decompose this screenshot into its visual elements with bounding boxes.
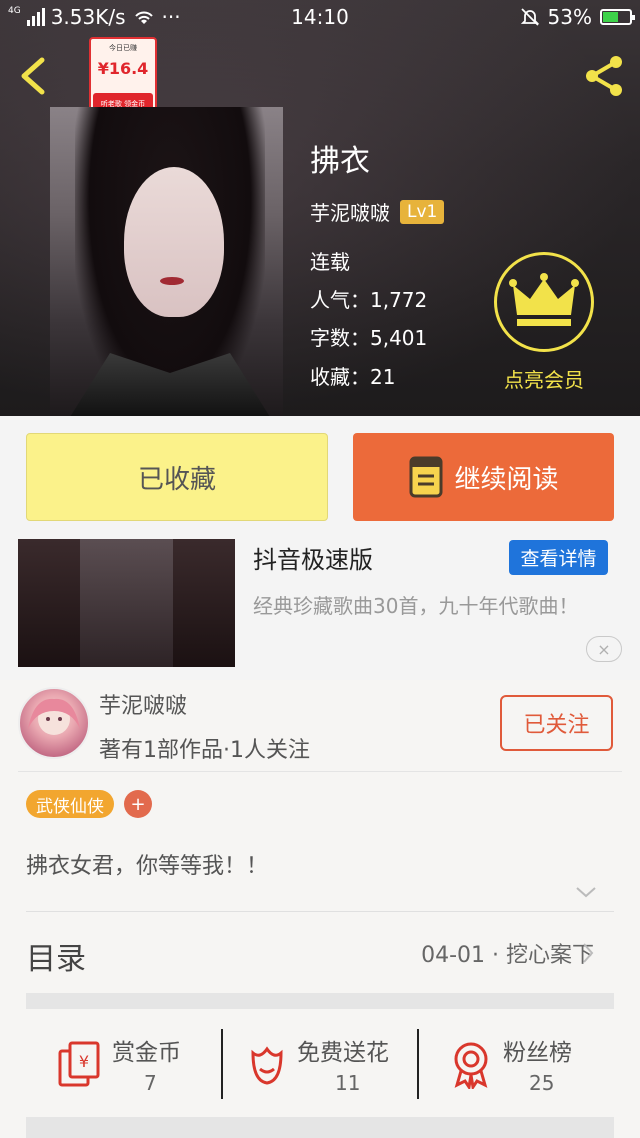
words-value: 5,401 [370, 326, 428, 350]
stat-value: 7 [144, 1071, 157, 1095]
ad-card-top: 今日已赚 [109, 44, 137, 52]
author-name[interactable]: 芋泥啵啵 [99, 688, 187, 720]
status-bar: 4G 3.53K/s ··· 14:10 53% [0, 0, 640, 34]
stat-label: 赏金币 [112, 1040, 181, 1066]
stat-label: 免费送花 [297, 1040, 389, 1066]
divider [26, 911, 614, 912]
toc-latest-chapter[interactable]: 04-01 · 挖心案下 [421, 937, 594, 969]
vip-crown-button[interactable] [494, 252, 594, 352]
share-icon[interactable] [580, 52, 628, 100]
cover-lips [160, 277, 184, 285]
favorites-value: 21 [370, 365, 396, 389]
author-level-badge: Lv1 [400, 199, 445, 224]
genre-tag[interactable]: 武侠仙侠 [26, 790, 114, 818]
stat-reward[interactable]: ¥ 赏金币 7 [26, 1009, 222, 1117]
stats-bar: ¥ 赏金币 7 免费送花 11 粉丝榜 25 [26, 1009, 614, 1117]
book-title: 拂衣 [310, 144, 370, 179]
cover-face [124, 167, 224, 317]
ad-thumb-mid [80, 539, 173, 667]
chevron-down-icon[interactable] [574, 884, 598, 900]
section-spacer [26, 1117, 614, 1138]
vip-label[interactable]: 点亮会员 [494, 364, 594, 393]
battery-icon [600, 9, 635, 25]
book-popularity: 人气：1,772 [310, 284, 427, 313]
stat-value: 11 [335, 1071, 361, 1095]
book-status: 连载 [310, 250, 350, 274]
book-summary: 拂衣女君，你等等我！！ [26, 854, 269, 879]
ad-thumb-left [18, 539, 80, 667]
ad-description: 经典珍藏歌曲30首，九十年代歌曲！ [253, 594, 579, 618]
ad-thumbnail[interactable] [18, 539, 235, 667]
popularity-label: 人气： [310, 288, 370, 312]
continue-reading-label: 继续阅读 [454, 464, 559, 495]
add-tag-button[interactable]: + [124, 790, 152, 818]
ad-title[interactable]: 抖音极速版 [253, 540, 373, 575]
favorites-label: 收藏： [310, 365, 370, 389]
book-favorites: 收藏：21 [310, 361, 395, 390]
book-author-row: 芋泥啵啵 Lv1 [310, 197, 445, 226]
medal-icon [454, 1042, 488, 1089]
battery-fill [603, 12, 618, 22]
crown-icon [509, 273, 579, 326]
book-icon [409, 456, 443, 498]
chevron-right-icon[interactable] [580, 941, 596, 965]
section-spacer [26, 993, 614, 1009]
stat-label: 粉丝榜 [503, 1040, 572, 1066]
book-author[interactable]: 芋泥啵啵 [310, 197, 390, 226]
back-arrow-icon[interactable] [14, 54, 54, 98]
flower-icon [251, 1046, 283, 1085]
divider [18, 771, 622, 772]
follow-button[interactable]: 已关注 [500, 695, 613, 751]
popularity-value: 1,772 [370, 288, 428, 312]
ad-close-icon[interactable]: × [586, 636, 622, 662]
avatar-art [28, 698, 80, 735]
words-label: 字数： [310, 326, 370, 350]
svg-text:¥: ¥ [79, 1052, 89, 1071]
stat-fans[interactable]: 粉丝榜 25 [419, 1009, 614, 1117]
ad-thumb-right [173, 539, 235, 667]
toc-label[interactable]: 目录 [26, 934, 86, 978]
continue-reading-button[interactable]: 继续阅读 [353, 433, 614, 521]
ad-detail-button[interactable]: 查看详情 [509, 540, 608, 575]
author-works: 著有1部作品·1人关注 [99, 738, 310, 763]
status-right: 53% [520, 5, 635, 29]
ad-card-amount: ¥16.4 [97, 59, 149, 78]
coin-envelope-icon: ¥ [58, 1041, 100, 1087]
stat-value: 25 [529, 1071, 555, 1095]
book-cover-image [50, 107, 283, 416]
author-avatar[interactable] [18, 687, 90, 759]
book-word-count: 字数：5,401 [310, 322, 427, 351]
favorited-button[interactable]: 已收藏 [26, 433, 328, 521]
stat-flower[interactable]: 免费送花 11 [223, 1009, 417, 1117]
mute-bell-icon [520, 8, 539, 26]
battery-percent: 53% [547, 5, 592, 29]
